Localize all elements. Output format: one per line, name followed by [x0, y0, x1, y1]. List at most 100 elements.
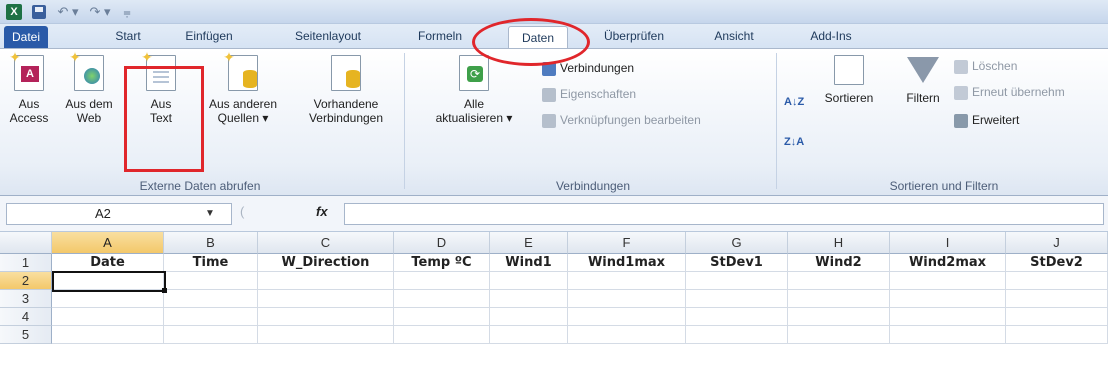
column-header-a[interactable]: A [52, 232, 164, 254]
name-box[interactable]: A2 ▼ [6, 203, 232, 225]
cell-j1[interactable]: StDev2 [1006, 254, 1108, 272]
customize-qat-icon[interactable]: ⩦ [120, 3, 134, 21]
cell-g3[interactable] [686, 290, 788, 308]
properties-button[interactable]: Eigenschaften [542, 83, 636, 105]
cell-i1[interactable]: Wind2max [890, 254, 1006, 272]
tab-addins[interactable]: Add-Ins [800, 24, 862, 48]
cell-c1[interactable]: W_Direction [258, 254, 394, 272]
cell-d1[interactable]: Temp ºC [394, 254, 490, 272]
column-header-d[interactable]: D [394, 232, 490, 254]
from-web-button[interactable]: ✦ Aus dem Web [60, 50, 118, 125]
cell-c2[interactable] [258, 272, 394, 290]
cell-c4[interactable] [258, 308, 394, 326]
function-icon[interactable]: fx [316, 204, 328, 219]
save-icon[interactable] [32, 3, 46, 21]
cell-f5[interactable] [568, 326, 686, 344]
cancel-icon[interactable]: ( [240, 204, 244, 219]
edit-links-button[interactable]: Verknüpfungen bearbeiten [542, 109, 701, 131]
clear-filter-button[interactable]: Löschen [954, 55, 1017, 77]
cell-b1[interactable]: Time [164, 254, 258, 272]
cell-f3[interactable] [568, 290, 686, 308]
cell-a5[interactable] [52, 326, 164, 344]
chevron-down-icon[interactable]: ▼ [205, 204, 215, 224]
cell-d5[interactable] [394, 326, 490, 344]
worksheet-grid[interactable]: A B C D E F G H I J 1 2 3 4 5 Date Time … [0, 232, 1108, 370]
column-header-h[interactable]: H [788, 232, 890, 254]
row-header-1[interactable]: 1 [0, 254, 52, 272]
cell-b5[interactable] [164, 326, 258, 344]
row-header-4[interactable]: 4 [0, 308, 52, 326]
cell-h1[interactable]: Wind2 [788, 254, 890, 272]
cell-g1[interactable]: StDev1 [686, 254, 788, 272]
cell-f1[interactable]: Wind1max [568, 254, 686, 272]
cell-h3[interactable] [788, 290, 890, 308]
cell-f2[interactable] [568, 272, 686, 290]
sort-az-button[interactable]: A↓Z [784, 91, 804, 113]
cell-e4[interactable] [490, 308, 568, 326]
cell-a4[interactable] [52, 308, 164, 326]
row-header-2[interactable]: 2 [0, 272, 52, 290]
cell-h2[interactable] [788, 272, 890, 290]
cell-d3[interactable] [394, 290, 490, 308]
sort-button[interactable]: Sortieren [812, 55, 886, 105]
cell-h4[interactable] [788, 308, 890, 326]
cell-e2[interactable] [490, 272, 568, 290]
cell-i4[interactable] [890, 308, 1006, 326]
cell-h5[interactable] [788, 326, 890, 344]
cell-b3[interactable] [164, 290, 258, 308]
tab-datei[interactable]: Datei [4, 26, 48, 48]
reapply-button[interactable]: Erneut übernehm [954, 81, 1065, 103]
row-header-5[interactable]: 5 [0, 326, 52, 344]
cell-d4[interactable] [394, 308, 490, 326]
undo-icon[interactable]: ↶ ▾ [54, 3, 82, 21]
cell-b2[interactable] [164, 272, 258, 290]
excel-logo-icon[interactable]: X [6, 3, 22, 21]
tab-einfuegen[interactable]: Einfügen [174, 24, 244, 48]
tab-start[interactable]: Start [106, 24, 150, 48]
cell-j4[interactable] [1006, 308, 1108, 326]
cell-a3[interactable] [52, 290, 164, 308]
tab-seitenlayout[interactable]: Seitenlayout [280, 24, 376, 48]
tab-ansicht[interactable]: Ansicht [702, 24, 766, 48]
cell-j3[interactable] [1006, 290, 1108, 308]
column-header-e[interactable]: E [490, 232, 568, 254]
cell-i5[interactable] [890, 326, 1006, 344]
column-header-b[interactable]: B [164, 232, 258, 254]
tab-ueberpruefen[interactable]: Überprüfen [592, 24, 676, 48]
cell-g4[interactable] [686, 308, 788, 326]
cell-c5[interactable] [258, 326, 394, 344]
cell-e5[interactable] [490, 326, 568, 344]
cell-g2[interactable] [686, 272, 788, 290]
cell-f4[interactable] [568, 308, 686, 326]
advanced-filter-button[interactable]: Erweitert [954, 109, 1019, 131]
filter-button[interactable]: Filtern [896, 55, 950, 105]
column-header-c[interactable]: C [258, 232, 394, 254]
cell-i3[interactable] [890, 290, 1006, 308]
cell-g5[interactable] [686, 326, 788, 344]
cell-j5[interactable] [1006, 326, 1108, 344]
formula-input[interactable] [344, 203, 1104, 225]
tab-formeln[interactable]: Formeln [410, 24, 470, 48]
fill-handle[interactable] [162, 288, 167, 293]
cell-c3[interactable] [258, 290, 394, 308]
cell-i2[interactable] [890, 272, 1006, 290]
column-header-g[interactable]: G [686, 232, 788, 254]
select-all-corner[interactable] [0, 232, 52, 254]
cell-d2[interactable] [394, 272, 490, 290]
column-header-i[interactable]: I [890, 232, 1006, 254]
sort-za-button[interactable]: Z↓A [784, 131, 804, 153]
cell-j2[interactable] [1006, 272, 1108, 290]
redo-icon[interactable]: ↷ ▾ [86, 3, 114, 21]
refresh-all-button[interactable]: ⟳ Alle aktualisieren ▾ [426, 55, 522, 125]
cell-e3[interactable] [490, 290, 568, 308]
row-header-3[interactable]: 3 [0, 290, 52, 308]
cell-b4[interactable] [164, 308, 258, 326]
cell-a1[interactable]: Date [52, 254, 164, 272]
existing-connections-button[interactable]: Vorhandene Verbindungen [300, 55, 392, 125]
selected-cell-a2[interactable] [52, 271, 166, 292]
column-header-j[interactable]: J [1006, 232, 1108, 254]
cell-e1[interactable]: Wind1 [490, 254, 568, 272]
from-access-button[interactable]: ✦ A Aus Access [6, 50, 52, 125]
from-other-sources-button[interactable]: ✦ Aus anderen Quellen ▾ [200, 50, 286, 125]
column-header-f[interactable]: F [568, 232, 686, 254]
